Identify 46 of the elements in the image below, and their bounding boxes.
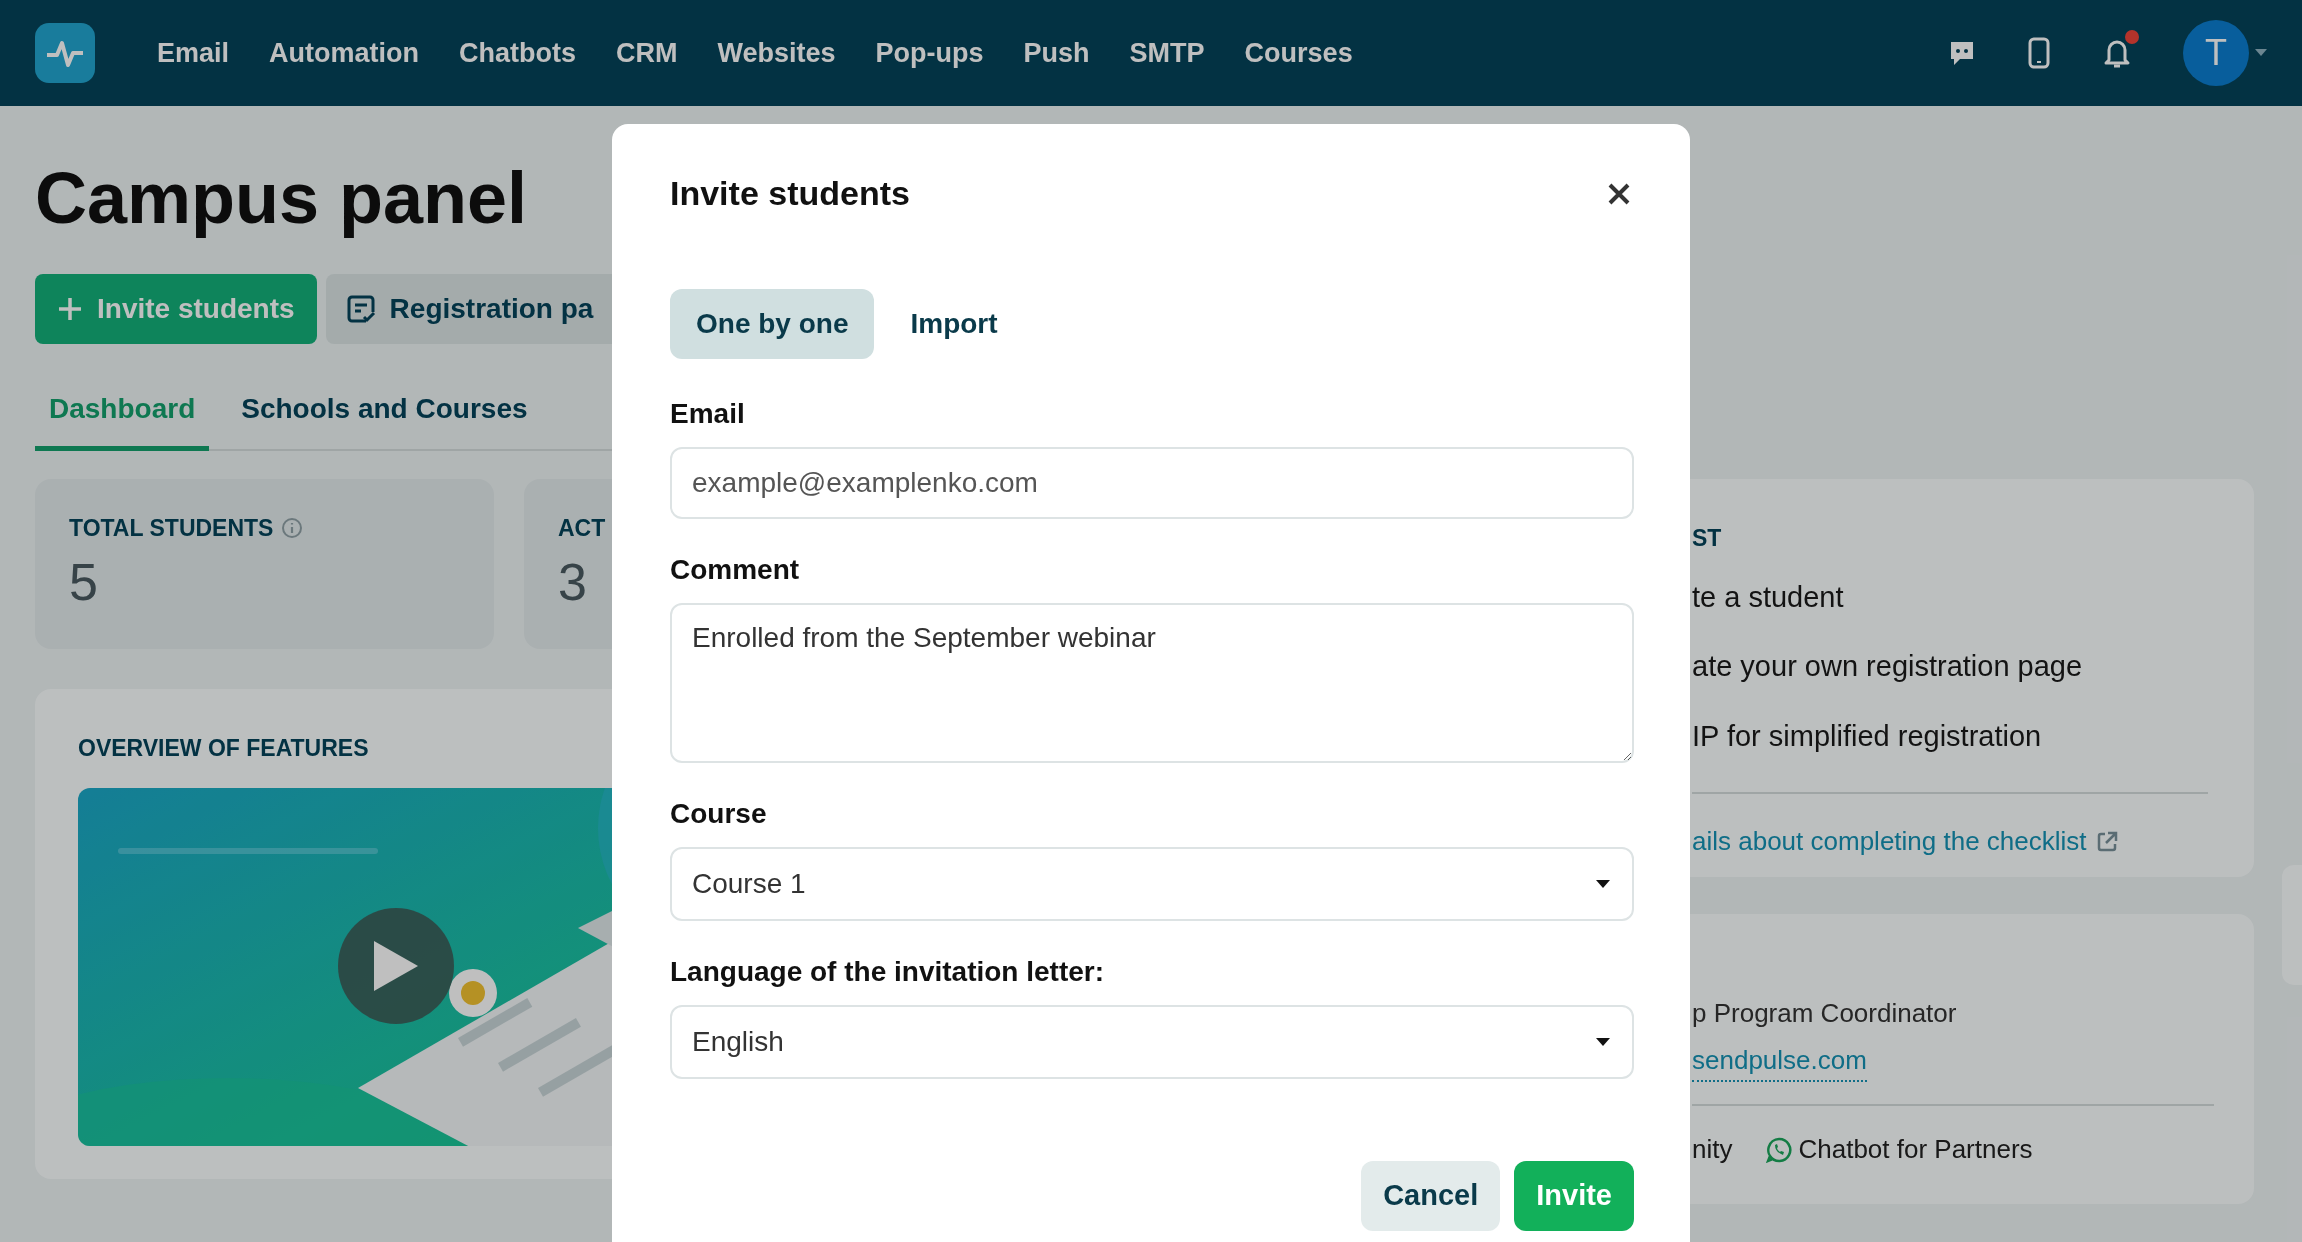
form-icon bbox=[345, 294, 376, 324]
plus-icon bbox=[57, 296, 83, 322]
email-field[interactable]: example@examplenko.com bbox=[670, 447, 1634, 519]
checklist-item: te a student bbox=[1692, 579, 1845, 615]
caret-icon bbox=[1596, 1038, 1610, 1046]
checklist-item: IP for simplified registration bbox=[1692, 718, 2043, 754]
nav-link[interactable]: Chatbots bbox=[459, 32, 577, 74]
nav-link[interactable]: Pop-ups bbox=[875, 32, 984, 74]
nav-link[interactable]: SMTP bbox=[1129, 32, 1205, 74]
nav-link[interactable]: Push bbox=[1023, 32, 1090, 74]
cancel-button[interactable]: Cancel bbox=[1361, 1161, 1501, 1231]
field-label: Email bbox=[670, 397, 746, 431]
chatbot-link[interactable]: Chatbot for Partners bbox=[1798, 1130, 2033, 1169]
caret-icon[interactable] bbox=[2255, 49, 2267, 57]
avatar[interactable]: T bbox=[2183, 20, 2249, 86]
section-title: ST bbox=[1692, 524, 1722, 553]
dialog-tab[interactable]: Import bbox=[884, 289, 1024, 359]
stat-label: TOTAL STUDENTS bbox=[69, 514, 274, 543]
nav-link[interactable]: Email bbox=[157, 32, 230, 74]
section-title: OVERVIEW OF FEATURES bbox=[78, 734, 369, 763]
contact-role: p Program Coordinator bbox=[1692, 997, 1958, 1030]
phone-icon[interactable] bbox=[2027, 37, 2051, 69]
dialog-tab[interactable]: One by one bbox=[670, 289, 875, 359]
comment-field[interactable]: Enrolled from the September webinar bbox=[670, 603, 1634, 763]
logo-icon[interactable] bbox=[35, 23, 95, 83]
field-label: Comment bbox=[670, 553, 801, 587]
caret-icon bbox=[1596, 880, 1610, 888]
whatsapp-icon bbox=[1766, 1136, 1793, 1163]
stat-value: 3 bbox=[558, 555, 587, 608]
select-field[interactable]: English bbox=[670, 1005, 1634, 1079]
nav-link[interactable]: Automation bbox=[269, 32, 420, 74]
field-label: Language of the invitation letter: bbox=[670, 955, 1105, 989]
field-label: Course bbox=[670, 797, 768, 831]
stat-label: ACT bbox=[558, 514, 606, 543]
stat-value: 5 bbox=[69, 555, 98, 608]
dialog-title: Invite students bbox=[670, 173, 910, 214]
close-icon bbox=[1607, 181, 1631, 206]
select-field[interactable]: Course 1 bbox=[670, 847, 1634, 921]
nav-link[interactable]: CRM bbox=[616, 32, 678, 74]
play-icon bbox=[374, 940, 418, 991]
tab[interactable]: Schools and Courses bbox=[227, 384, 542, 451]
info-icon bbox=[281, 517, 304, 540]
nav-link[interactable]: Websites bbox=[717, 32, 836, 74]
community-link[interactable]: nity bbox=[1692, 1130, 1733, 1169]
nav-link[interactable]: Courses bbox=[1244, 32, 1353, 74]
checklist-item: ate your own registration page bbox=[1692, 649, 2084, 684]
